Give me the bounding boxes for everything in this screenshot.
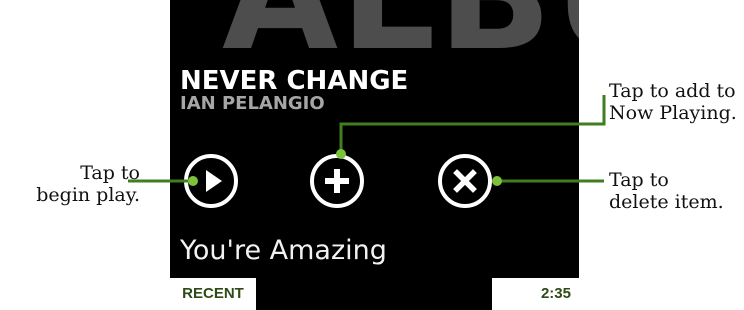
callout-add-line1: Tap to add to (609, 80, 736, 102)
callout-dot-play (188, 176, 198, 186)
callout-add-line2: Now Playing. (609, 102, 737, 124)
callout-play-line2: begin play. (36, 184, 140, 206)
callout-dot-delete (492, 176, 502, 186)
callout-play-line1: Tap to (80, 162, 140, 184)
callout-delete-line1: Tap to (609, 169, 669, 191)
callout-add: Tap to add to Now Playing. (609, 80, 737, 124)
callout-delete-line2: delete item. (609, 191, 724, 213)
callout-dot-add (336, 149, 346, 159)
callout-play: Tap to begin play. (36, 162, 140, 206)
callout-delete: Tap to delete item. (609, 169, 724, 213)
callout-line-add (339, 95, 606, 154)
callout-lines (128, 95, 606, 186)
